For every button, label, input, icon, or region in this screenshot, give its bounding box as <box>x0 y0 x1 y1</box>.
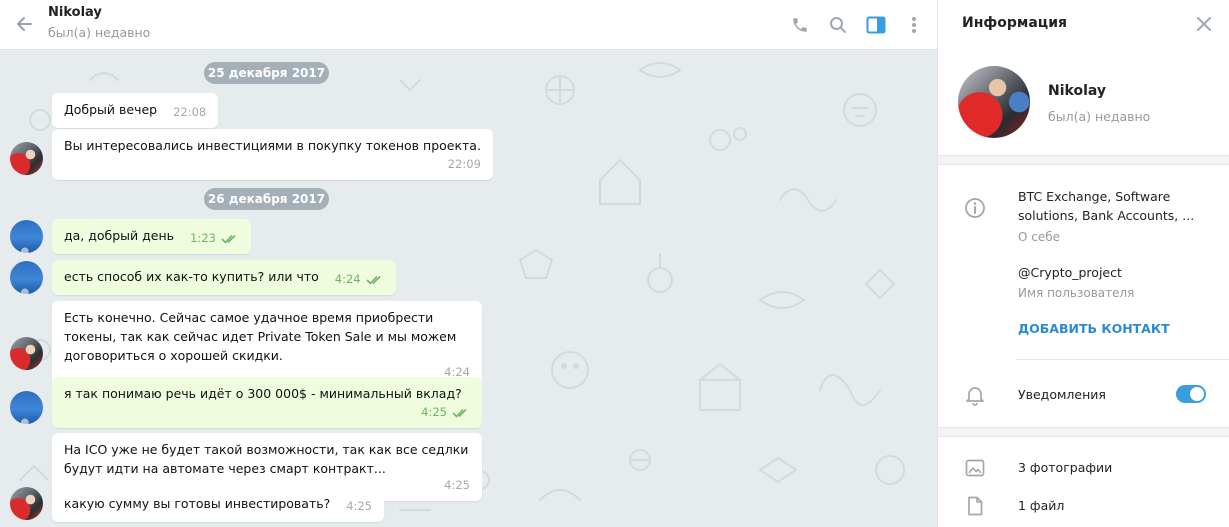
more-vertical-icon <box>912 17 916 33</box>
info-title: Информация <box>962 15 1067 31</box>
message-text: какую сумму вы готовы инвестировать? <box>64 496 331 511</box>
double-check-icon <box>452 408 467 418</box>
file-icon <box>964 495 986 517</box>
message-time: 4:25 <box>421 405 447 419</box>
arrow-left-icon <box>17 17 32 31</box>
profile-status: был(а) недавно <box>1048 109 1151 124</box>
chat-panel: Nikolay был(а) недавно 25 декабря 2017 Д… <box>0 0 937 527</box>
message-bubble[interactable]: есть способ их как-то купить? или что 4:… <box>52 260 396 295</box>
message-time: 4:25 <box>346 499 373 513</box>
toggle-info-panel-button[interactable] <box>863 12 889 38</box>
date-separator: 25 декабря 2017 <box>204 62 329 84</box>
peer-status: был(а) недавно <box>48 25 151 40</box>
avatar[interactable] <box>10 337 43 370</box>
message-bubble[interactable]: Вы интересовались инвестициями в покупку… <box>52 129 493 180</box>
date-separator: 26 декабря 2017 <box>204 188 329 210</box>
message-text: Добрый вечер <box>64 102 158 117</box>
photo-icon <box>964 457 986 479</box>
message-list[interactable]: 25 декабря 2017 Добрый вечер 22:08 Вы ин… <box>0 50 937 527</box>
message-time: 1:23 <box>190 231 216 245</box>
close-icon <box>1197 17 1211 31</box>
add-contact-button[interactable]: ДОБАВИТЬ КОНТАКТ <box>1018 321 1170 336</box>
message-text: да, добрый день <box>64 228 175 243</box>
message-text: есть способ их как-то купить? или что <box>64 269 319 284</box>
back-button[interactable] <box>10 10 38 38</box>
message-bubble[interactable]: я так понимаю речь идёт о 300 000$ - мин… <box>52 377 482 428</box>
message-bubble[interactable]: какую сумму вы готовы инвестировать? 4:2… <box>52 487 385 522</box>
message-text: я так понимаю речь идёт о 300 000$ - мин… <box>64 386 462 401</box>
chat-header: Nikolay был(а) недавно <box>0 0 937 50</box>
search-icon <box>830 17 846 33</box>
avatar[interactable] <box>10 487 43 520</box>
message-bubble[interactable]: Есть конечно. Сейчас самое удачное время… <box>52 301 482 388</box>
bio-label: О себе <box>1018 230 1061 244</box>
info-icon <box>964 197 986 219</box>
message-text: На ICO уже не будет такой возможности, т… <box>64 442 469 476</box>
section-divider <box>938 427 1229 437</box>
message-time: 4:24 <box>334 272 361 286</box>
close-info-button[interactable] <box>1192 12 1216 36</box>
avatar[interactable] <box>10 391 43 424</box>
avatar[interactable] <box>10 261 43 294</box>
more-menu-button[interactable] <box>901 12 927 38</box>
notifications-label: Уведомления <box>1018 387 1106 402</box>
message-text: Вы интересовались инвестициями в покупку… <box>64 138 481 153</box>
section-divider <box>938 155 1229 165</box>
shared-photos-link[interactable]: 3 фотографии <box>1018 458 1112 477</box>
avatar[interactable] <box>10 142 43 175</box>
info-panel: Информация Nikolay был(а) недавно BTC Ex… <box>937 0 1229 527</box>
message-text: Есть конечно. Сейчас самое удачное время… <box>64 310 457 363</box>
bio-text: BTC Exchange, Software solutions, Bank A… <box>1018 189 1195 223</box>
avatar[interactable] <box>10 220 43 253</box>
sidebar-icon <box>866 16 886 34</box>
message-time: 22:08 <box>173 105 207 119</box>
message-bubble[interactable]: да, добрый день 1:23 <box>52 219 251 254</box>
shared-files-link[interactable]: 1 файл <box>1018 496 1064 515</box>
bell-icon <box>964 384 986 406</box>
message-bubble[interactable]: Добрый вечер 22:08 <box>52 93 219 128</box>
username-label: Имя пользователя <box>1018 286 1135 300</box>
search-button[interactable] <box>825 12 851 38</box>
message-time: 22:09 <box>447 157 481 171</box>
call-button[interactable] <box>787 12 813 38</box>
username-text[interactable]: @Crypto_project <box>1018 263 1122 282</box>
notifications-toggle[interactable] <box>1176 385 1206 403</box>
profile-name: Nikolay <box>1048 83 1107 99</box>
double-check-icon <box>221 234 236 244</box>
profile-avatar[interactable] <box>958 66 1030 138</box>
phone-icon <box>793 18 807 32</box>
message-time: 4:25 <box>444 478 470 492</box>
peer-name[interactable]: Nikolay <box>48 5 102 20</box>
double-check-icon <box>366 275 381 285</box>
separator-line <box>1016 359 1229 360</box>
